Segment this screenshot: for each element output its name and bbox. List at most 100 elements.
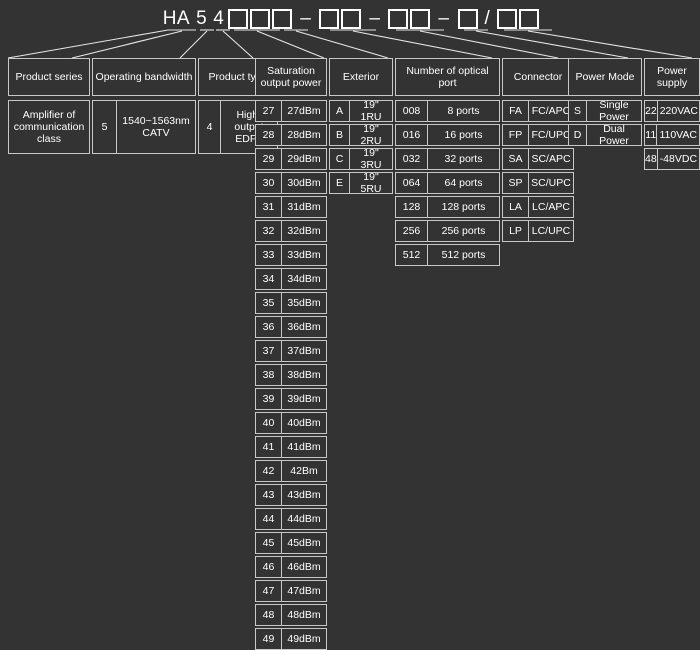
table-row[interactable]: 27 27dBm: [255, 100, 327, 122]
table-row[interactable]: 32 32dBm: [255, 220, 327, 242]
table-row[interactable]: C 19" 3RU: [329, 147, 393, 171]
diagram-canvas: HA 5 4– – – / Product series Amplifier o…: [0, 0, 700, 650]
table-row[interactable]: 36 36dBm: [255, 316, 327, 338]
code-placeholder-box: [457, 9, 478, 29]
option-code: 29: [256, 149, 282, 169]
table-row[interactable]: 47 47dBm: [255, 580, 327, 602]
table-row[interactable]: 128 128 ports: [395, 196, 500, 218]
table-row[interactable]: 48 -48VDC: [644, 148, 700, 170]
option-code: 42: [256, 461, 282, 481]
option-description: 48dBm: [287, 609, 321, 621]
table-row[interactable]: B 19" 2RU: [329, 123, 393, 147]
option-description: 19" 3RU: [360, 147, 382, 171]
option-description: 39dBm: [287, 393, 321, 405]
table-row[interactable]: 44 44dBm: [255, 508, 327, 530]
option-code: 31: [256, 197, 282, 217]
table-row[interactable]: SP SC/UPC: [502, 172, 574, 194]
table-row[interactable]: 032 32 ports: [395, 148, 500, 170]
table-row[interactable]: 43 43dBm: [255, 484, 327, 506]
table-row[interactable]: 31 31dBm: [255, 196, 327, 218]
table-row[interactable]: 11 110VAC: [644, 124, 700, 146]
column-header-power-supply: Power supply: [644, 58, 700, 96]
code-placeholder-box: [319, 9, 340, 29]
table-row[interactable]: 45 45dBm: [255, 532, 327, 554]
table-row[interactable]: 016 16 ports: [395, 124, 500, 146]
option-description: 8 ports: [447, 105, 480, 117]
option-code: S: [569, 101, 587, 121]
table-row[interactable]: 28 28dBm: [255, 124, 327, 146]
ordering-code-string: HA 5 4 – – – /: [0, 2, 700, 36]
table-row[interactable]: 256 256 ports: [395, 220, 500, 242]
option-description: SC/APC: [531, 153, 571, 165]
column-header-connector: Connector: [502, 58, 574, 96]
table-row[interactable]: 39 39dBm: [255, 388, 327, 410]
table-row[interactable]: 49 49dBm: [255, 628, 327, 650]
option-code: 40: [256, 413, 282, 433]
table-row[interactable]: 48 48dBm: [255, 604, 327, 626]
table-row[interactable]: 30 30dBm: [255, 172, 327, 194]
table-row[interactable]: 29 29dBm: [255, 148, 327, 170]
table-row[interactable]: SA SC/APC: [502, 148, 574, 170]
option-description: 31dBm: [287, 201, 321, 213]
code-placeholder-box: [388, 9, 409, 29]
table-row[interactable]: S Single Power: [568, 99, 642, 123]
code-placeholder-box: [341, 9, 362, 29]
table-row[interactable]: 38 38dBm: [255, 364, 327, 386]
option-description: 1540~1563nm CATV: [122, 115, 190, 139]
column-saturation-output-power: Saturation output power 27 27dBm 28 28dBm 29 2…: [255, 58, 327, 650]
option-description: 42Bm: [290, 465, 318, 477]
table-row[interactable]: 34 34dBm: [255, 268, 327, 290]
table-row[interactable]: 064 64 ports: [395, 172, 500, 194]
option-code: 11: [645, 125, 658, 145]
option-code: 34: [256, 269, 282, 289]
column-power-mode: Power Mode S Single Power D Dual Power: [568, 58, 642, 147]
option-description: 16 ports: [444, 129, 483, 141]
table-row[interactable]: E 19" 5RU: [329, 171, 393, 195]
column-header-number-of-optical-port: Number of optical port: [395, 58, 500, 96]
table-row[interactable]: 41 41dBm: [255, 436, 327, 458]
code-separator-dash: –: [369, 8, 381, 29]
column-header-power-mode: Power Mode: [568, 58, 642, 96]
column-rows-product-series: Amplifier of communication class: [8, 100, 90, 154]
table-row[interactable]: 33 33dBm: [255, 244, 327, 266]
option-description: 44dBm: [287, 513, 321, 525]
option-description: 49dBm: [287, 633, 321, 645]
option-description: 37dBm: [287, 345, 321, 357]
code-segment-text: HA: [162, 8, 191, 29]
table-row[interactable]: LP LC/UPC: [502, 220, 574, 242]
table-row[interactable]: A 19" 1RU: [329, 99, 393, 123]
option-code: 48: [645, 149, 658, 169]
table-row[interactable]: Amplifier of communication class: [8, 100, 90, 154]
code-placeholder-box: [228, 9, 249, 29]
code-separator-dash: –: [300, 8, 312, 29]
option-description: FC/APC: [531, 105, 571, 117]
option-code: 46: [256, 557, 282, 577]
table-row[interactable]: FA FC/APC: [502, 100, 574, 122]
table-row[interactable]: LA LC/APC: [502, 196, 574, 218]
code-segment-text: 4: [213, 8, 225, 29]
option-code: 45: [256, 533, 282, 553]
table-row[interactable]: 22 220VAC: [644, 100, 700, 122]
option-code: 44: [256, 509, 282, 529]
option-code: LA: [503, 197, 529, 217]
table-row[interactable]: 40 40dBm: [255, 412, 327, 434]
option-code: 4: [199, 101, 221, 153]
column-header-exterior: Exterior: [329, 58, 393, 96]
table-row[interactable]: 46 46dBm: [255, 556, 327, 578]
option-description: 46dBm: [287, 561, 321, 573]
table-row[interactable]: 37 37dBm: [255, 340, 327, 362]
table-row[interactable]: 35 35dBm: [255, 292, 327, 314]
code-placeholder-box: [250, 9, 271, 29]
option-code: A: [330, 101, 350, 121]
code-separator-slash: /: [484, 8, 491, 29]
code-placeholder-box: [497, 9, 518, 29]
table-row[interactable]: 008 8 ports: [395, 100, 500, 122]
option-description: 19" 2RU: [360, 123, 382, 147]
table-row[interactable]: 42 42Bm: [255, 460, 327, 482]
table-row[interactable]: 5 1540~1563nm CATV: [92, 100, 196, 154]
table-row[interactable]: FP FC/UPC: [502, 124, 574, 146]
option-code: 37: [256, 341, 282, 361]
table-row[interactable]: 512 512 ports: [395, 244, 500, 266]
option-description: 64 ports: [444, 177, 483, 189]
table-row[interactable]: D Dual Power: [568, 123, 642, 147]
